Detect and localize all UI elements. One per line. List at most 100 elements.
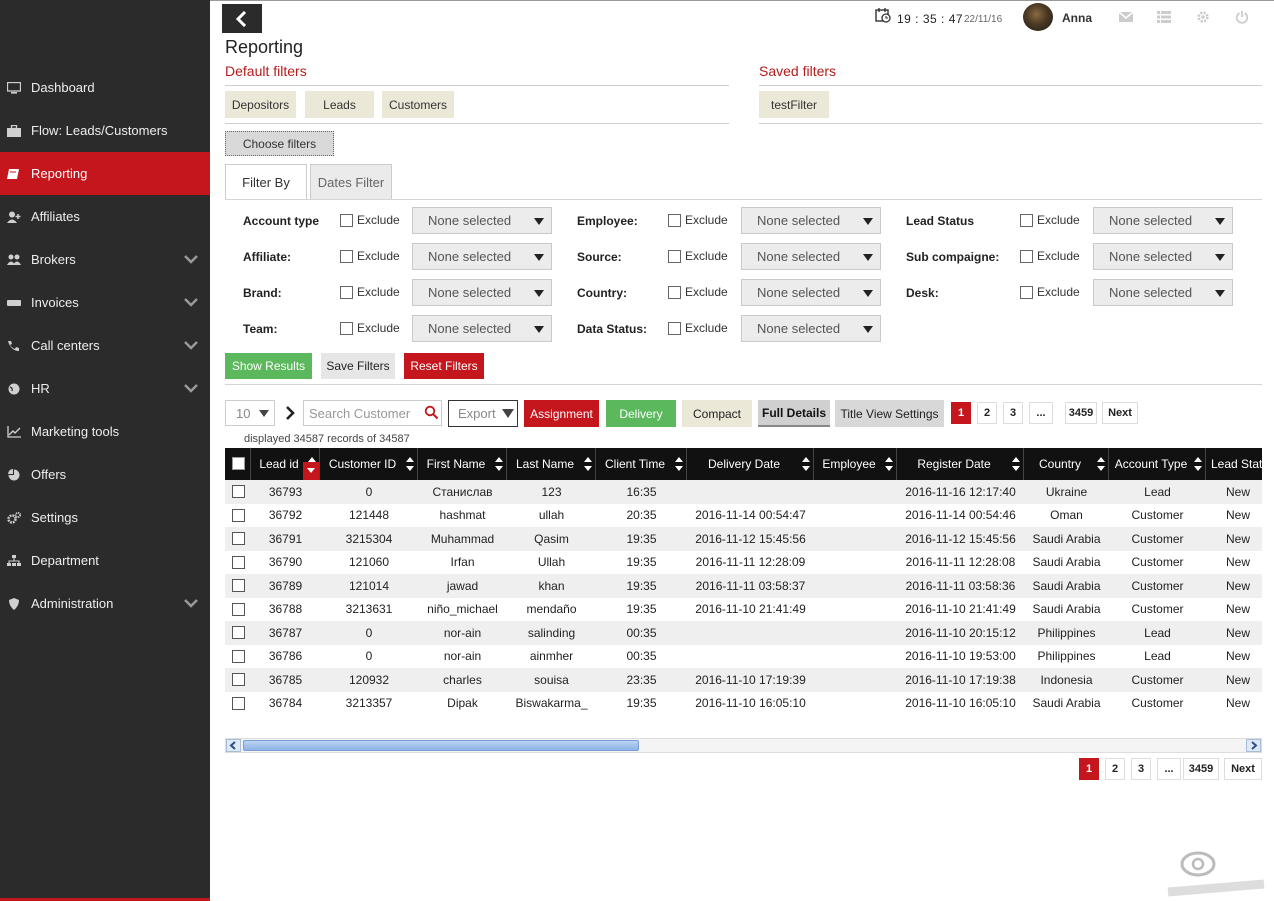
avatar[interactable] xyxy=(1023,3,1053,31)
bottom-page-next[interactable]: Next xyxy=(1224,758,1262,780)
exclude-toggle[interactable]: Exclude xyxy=(340,321,400,335)
table-row[interactable]: 36788 3213631 niño_michael mendaño 19:35 2016… xyxy=(225,598,1262,622)
row-checkbox[interactable] xyxy=(232,555,245,569)
default-filter-chip-leads[interactable]: Leads xyxy=(305,91,374,118)
sort-icon[interactable] xyxy=(1097,455,1105,473)
scroll-left-icon[interactable] xyxy=(226,739,241,752)
exclude-toggle[interactable]: Exclude xyxy=(340,213,400,227)
exclude-checkbox[interactable] xyxy=(668,249,681,263)
filter-select[interactable]: None selected xyxy=(412,243,552,270)
table-row[interactable]: 36792 121448 hashmat ullah 20:35 2016-11-14 0… xyxy=(225,504,1262,528)
exclude-checkbox[interactable] xyxy=(1020,285,1033,299)
row-checkbox[interactable] xyxy=(232,696,245,710)
bottom-page-2[interactable]: 2 xyxy=(1105,758,1125,780)
exclude-toggle[interactable]: Exclude xyxy=(1020,249,1080,263)
full-details-button[interactable]: Full Details xyxy=(758,400,830,427)
table-row[interactable]: 36791 3215304 Muhammad Qasim 19:35 2016-11-12… xyxy=(225,527,1262,551)
sidebar-item-department[interactable]: Department xyxy=(0,539,210,582)
tab-filter-by[interactable]: Filter By xyxy=(225,164,307,200)
sidebar-item-call-centers[interactable]: Call centers xyxy=(0,324,210,367)
exclude-checkbox[interactable] xyxy=(340,249,353,263)
exclude-toggle[interactable]: Exclude xyxy=(668,285,728,299)
table-row[interactable]: 36793 0 Станислав 123 16:35 2016-11-16 12:17:… xyxy=(225,480,1262,504)
default-filter-chip-customers[interactable]: Customers xyxy=(382,91,454,118)
exclude-checkbox[interactable] xyxy=(1020,213,1033,227)
top-page-3[interactable]: 3 xyxy=(1003,402,1023,424)
filter-select[interactable]: None selected xyxy=(741,279,881,306)
row-checkbox[interactable] xyxy=(232,579,245,592)
bottom-page-3[interactable]: 3 xyxy=(1131,758,1151,780)
sidebar-item-marketing-tools[interactable]: Marketing tools xyxy=(0,410,210,453)
row-checkbox[interactable] xyxy=(232,602,245,616)
top-page-3459[interactable]: 3459 xyxy=(1065,402,1097,424)
table-row[interactable]: 36786 0 nor-ain ainmher 00:35 2016-11-10 19:5… xyxy=(225,645,1262,669)
exclude-checkbox[interactable] xyxy=(668,285,681,299)
exclude-checkbox[interactable] xyxy=(668,321,681,335)
sort-icon[interactable] xyxy=(675,455,683,473)
sidebar-item-hr[interactable]: HR xyxy=(0,367,210,410)
column-header-employee[interactable]: Employee xyxy=(814,448,897,480)
sidebar-item-brokers[interactable]: Brokers xyxy=(0,238,210,281)
sort-icon[interactable] xyxy=(495,455,503,473)
horizontal-scrollbar[interactable] xyxy=(225,738,1262,753)
filter-select[interactable]: None selected xyxy=(741,315,881,342)
choose-filters-button[interactable]: Choose filters xyxy=(225,131,334,156)
column-header-account-type[interactable]: Account Type xyxy=(1109,448,1206,480)
assignment-button[interactable]: Assignment xyxy=(524,400,599,427)
exclude-checkbox[interactable] xyxy=(1020,249,1033,263)
row-checkbox[interactable] xyxy=(232,508,245,522)
top-page-1[interactable]: 1 xyxy=(951,402,971,424)
compact-button[interactable]: Compact xyxy=(682,400,752,427)
per-page-select[interactable]: 10 xyxy=(225,400,275,426)
gear-icon[interactable] xyxy=(1195,10,1211,24)
sidebar-item-administration[interactable]: Administration xyxy=(0,582,210,625)
column-header-country[interactable]: Country xyxy=(1024,448,1109,480)
sort-icon[interactable] xyxy=(1012,455,1020,473)
title-view-settings-button[interactable]: Title View Settings xyxy=(835,400,944,427)
sort-icon[interactable] xyxy=(885,455,893,473)
row-checkbox[interactable] xyxy=(232,626,245,639)
mail-icon[interactable] xyxy=(1118,10,1134,24)
sort-icon[interactable] xyxy=(1194,455,1202,473)
back-button[interactable] xyxy=(222,4,262,33)
top-page-2[interactable]: 2 xyxy=(977,402,997,424)
exclude-checkbox[interactable] xyxy=(340,213,353,227)
column-header-lead-stat[interactable]: Lead Stat xyxy=(1206,448,1262,480)
default-filter-chip-depositors[interactable]: Depositors xyxy=(225,91,296,118)
exclude-toggle[interactable]: Exclude xyxy=(668,213,728,227)
exclude-checkbox[interactable] xyxy=(340,321,353,335)
row-checkbox[interactable] xyxy=(232,532,245,545)
sort-icon[interactable] xyxy=(584,455,592,473)
table-row[interactable]: 36790 121060 Irfan Ullah 19:35 2016-11-11 12:… xyxy=(225,551,1262,575)
column-header-first-name[interactable]: First Name xyxy=(418,448,507,480)
scrollbar-thumb[interactable] xyxy=(243,740,639,751)
exclude-toggle[interactable]: Exclude xyxy=(668,249,728,263)
exclude-checkbox[interactable] xyxy=(668,213,681,227)
search-input[interactable]: Search Customer xyxy=(303,400,442,426)
filter-select[interactable]: None selected xyxy=(1093,279,1233,306)
column-header-last-name[interactable]: Last Name xyxy=(507,448,596,480)
row-checkbox[interactable] xyxy=(232,673,245,686)
filter-select[interactable]: None selected xyxy=(412,207,552,234)
power-icon[interactable] xyxy=(1234,10,1250,24)
table-row[interactable]: 36787 0 nor-ain salinding 00:35 2016-11-10 20… xyxy=(225,621,1262,645)
sort-icon[interactable] xyxy=(406,455,414,473)
exclude-toggle[interactable]: Exclude xyxy=(340,249,400,263)
scroll-right-icon[interactable] xyxy=(1246,739,1261,752)
sidebar-item-offers[interactable]: Offers xyxy=(0,453,210,496)
save-filters-button[interactable]: Save Filters xyxy=(321,353,395,379)
active-sort-indicator[interactable] xyxy=(303,462,319,480)
bottom-page-3459[interactable]: 3459 xyxy=(1183,758,1219,780)
sidebar-item-dashboard[interactable]: Dashboard xyxy=(0,66,210,109)
exclude-toggle[interactable]: Exclude xyxy=(668,321,728,335)
filter-select[interactable]: None selected xyxy=(412,279,552,306)
column-header-register-date[interactable]: Register Date xyxy=(897,448,1024,480)
exclude-toggle[interactable]: Exclude xyxy=(1020,285,1080,299)
filter-select[interactable]: None selected xyxy=(1093,243,1233,270)
table-row[interactable]: 36785 120932 charles souisa 23:35 2016-11-10 … xyxy=(225,668,1262,692)
column-header-delivery-date[interactable]: Delivery Date xyxy=(687,448,814,480)
exclude-checkbox[interactable] xyxy=(340,285,353,299)
filter-select[interactable]: None selected xyxy=(741,243,881,270)
exclude-toggle[interactable]: Exclude xyxy=(340,285,400,299)
delivery-button[interactable]: Delivery xyxy=(606,400,676,427)
